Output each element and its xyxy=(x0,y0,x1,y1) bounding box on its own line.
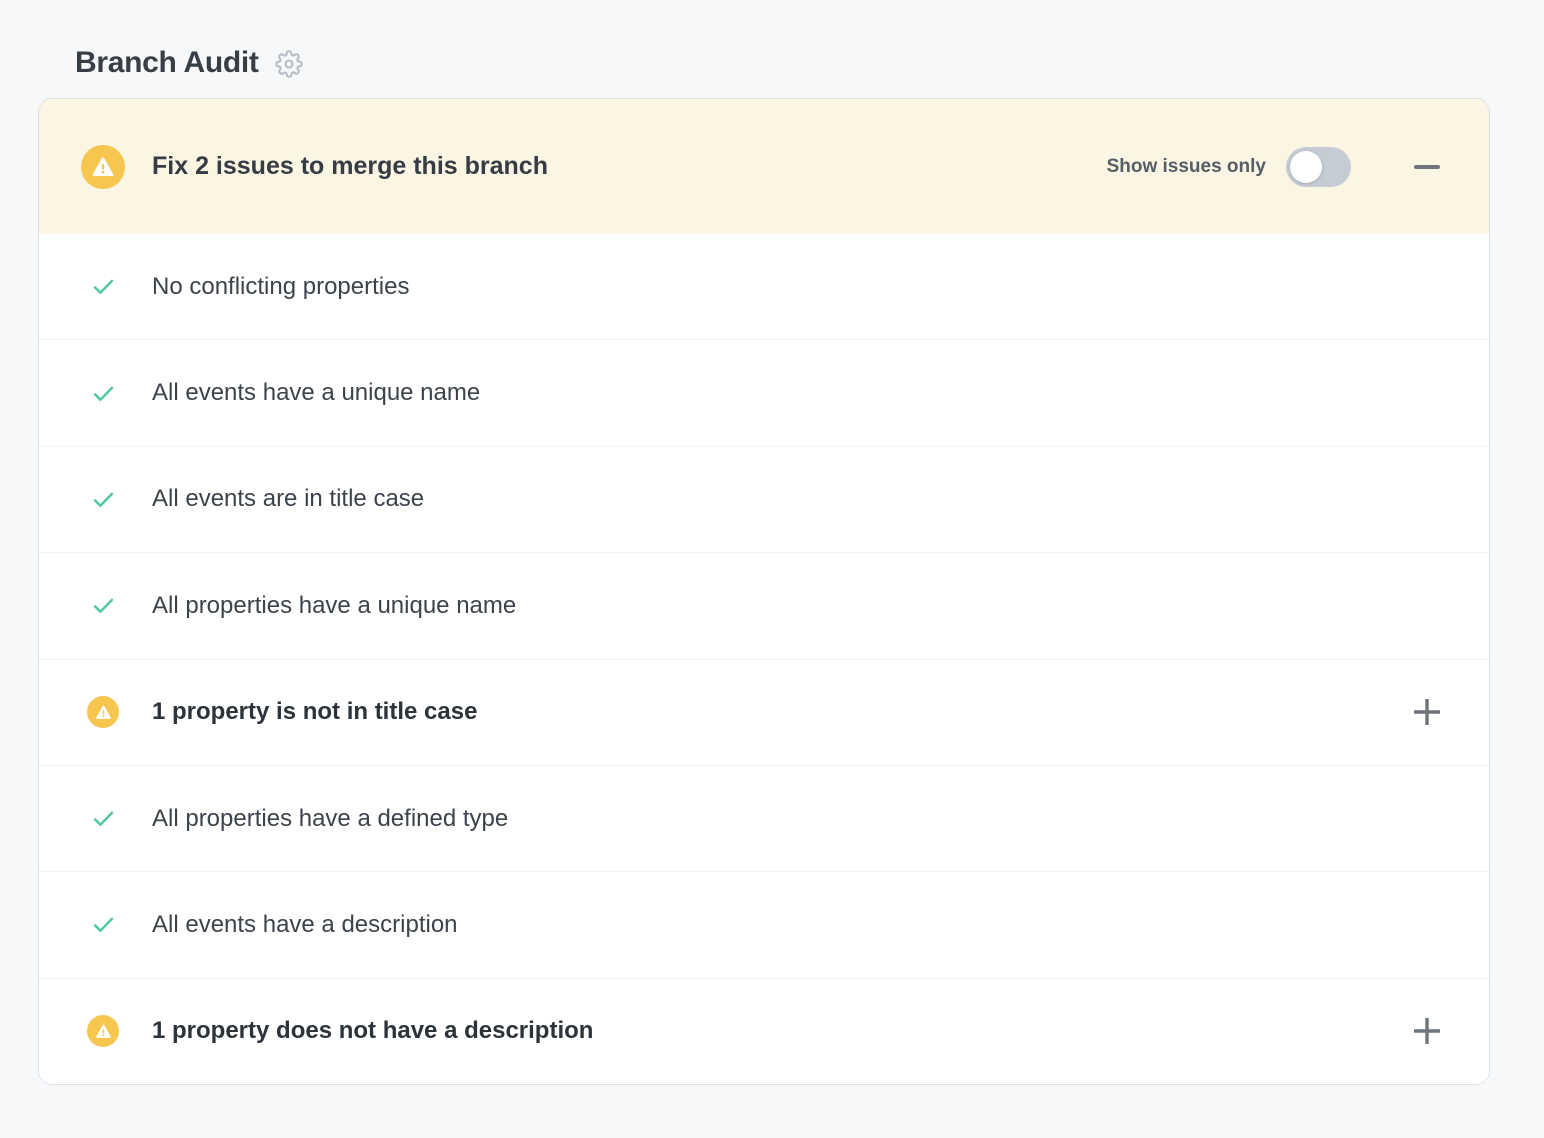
audit-row-label: 1 property is not in title case xyxy=(152,698,1405,726)
audit-row-label: 1 property does not have a description xyxy=(152,1017,1405,1045)
check-icon xyxy=(90,273,117,300)
audit-row-label: No conflicting properties xyxy=(152,273,1449,301)
expand-row-button[interactable] xyxy=(1405,1009,1449,1053)
audit-row: All events are in title case xyxy=(39,446,1489,552)
audit-row-label: All events are in title case xyxy=(152,485,1449,513)
audit-row: All events have a description xyxy=(39,871,1489,977)
page-header: Branch Audit xyxy=(0,0,1544,98)
warning-icon xyxy=(87,696,119,728)
warning-icon xyxy=(87,1015,119,1047)
audit-row-label: All events have a unique name xyxy=(152,379,1449,407)
check-icon xyxy=(90,592,117,619)
audit-row: All properties have a unique name xyxy=(39,552,1489,658)
expand-row-button[interactable] xyxy=(1405,690,1449,734)
check-icon xyxy=(90,911,117,938)
minus-icon xyxy=(1414,165,1440,169)
audit-list: No conflicting properties All events hav… xyxy=(39,234,1489,1084)
audit-row: 1 property does not have a description xyxy=(39,978,1489,1084)
collapse-panel-button[interactable] xyxy=(1405,145,1449,189)
audit-row-label: All properties have a unique name xyxy=(152,592,1449,620)
gear-icon[interactable] xyxy=(275,50,303,78)
check-icon xyxy=(90,486,117,513)
toggle-knob xyxy=(1290,151,1322,183)
warning-icon xyxy=(81,145,125,189)
check-icon xyxy=(90,380,117,407)
check-icon xyxy=(90,805,117,832)
audit-row: No conflicting properties xyxy=(39,234,1489,339)
show-issues-only-toggle[interactable] xyxy=(1286,147,1351,187)
branch-audit-card: Fix 2 issues to merge this branch Show i… xyxy=(38,98,1490,1085)
page-title: Branch Audit xyxy=(75,46,259,80)
audit-row: 1 property is not in title case xyxy=(39,659,1489,765)
show-issues-only-label: Show issues only xyxy=(1107,156,1266,178)
audit-summary-banner: Fix 2 issues to merge this branch Show i… xyxy=(39,99,1489,234)
audit-row: All properties have a defined type xyxy=(39,765,1489,871)
audit-row: All events have a unique name xyxy=(39,339,1489,445)
audit-row-label: All events have a description xyxy=(152,911,1449,939)
audit-summary-message: Fix 2 issues to merge this branch xyxy=(152,152,1107,181)
audit-row-label: All properties have a defined type xyxy=(152,805,1449,833)
